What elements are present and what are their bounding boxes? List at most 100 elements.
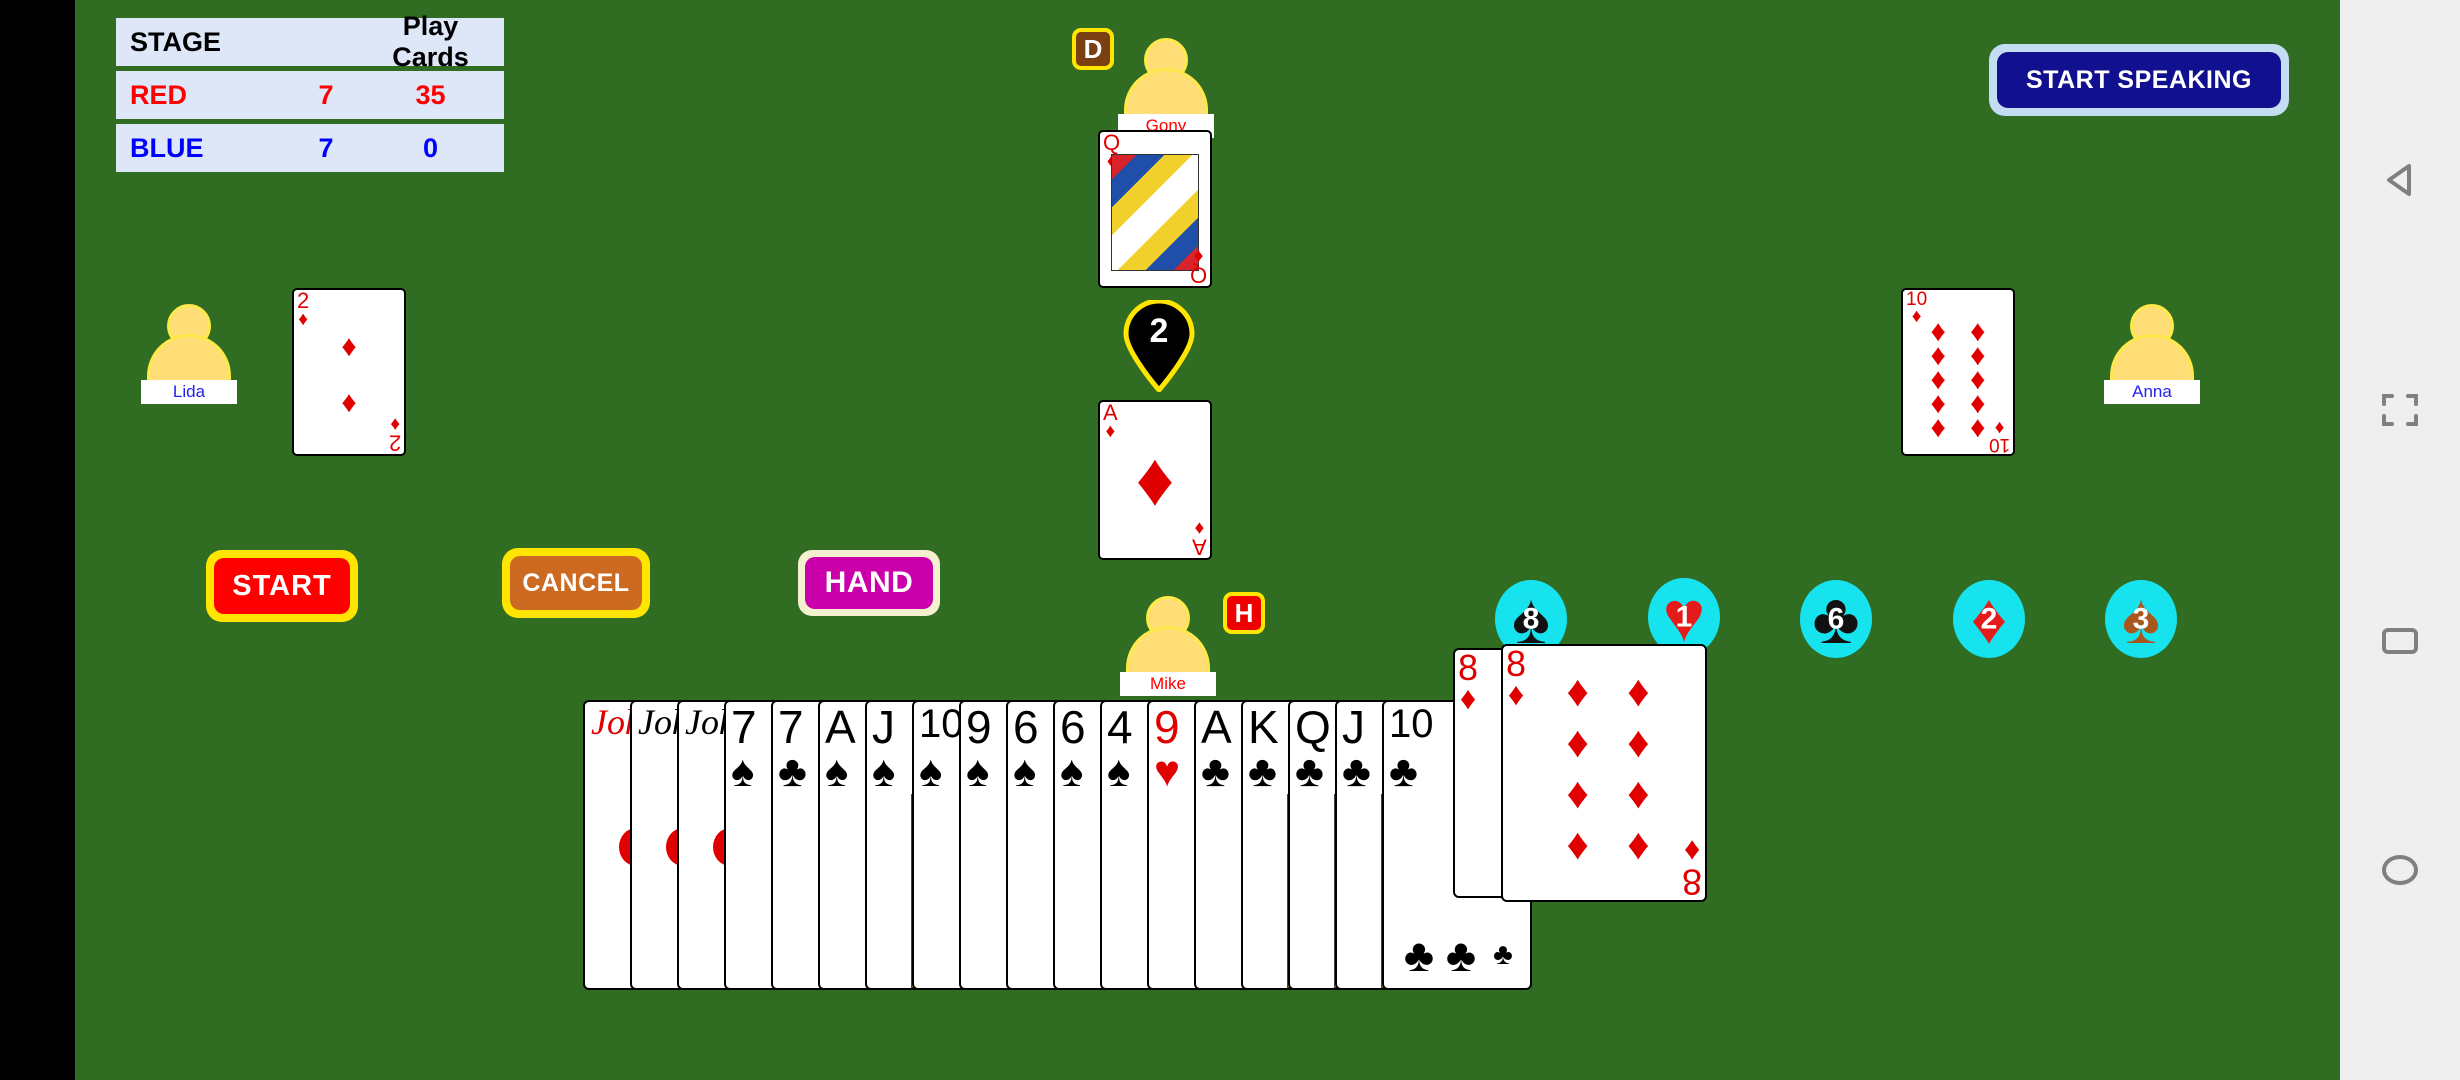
card-pip: ♣: [1445, 928, 1477, 981]
hand-card-rank: A: [1201, 701, 1232, 753]
card-pip: ♦: [1566, 819, 1589, 869]
hand-card-rank: 6: [1013, 701, 1039, 753]
card-suit-icon-mirror: ♦: [390, 413, 400, 435]
hand-card-rank: 7: [778, 701, 804, 753]
card-rank: A: [1103, 400, 1118, 425]
avatar-figure-mike: [1120, 596, 1216, 672]
score-header-play-cards: Play Cards: [392, 11, 469, 72]
score-stage-red: 7: [318, 79, 334, 110]
spade-icon: ♠: [1060, 747, 1084, 796]
host-badge-h: H: [1223, 592, 1265, 634]
recents-square-icon: [2382, 628, 2418, 654]
back-triangle-icon: [2387, 164, 2411, 196]
card-corner-bottom: 10 ♦: [1989, 417, 2010, 454]
card-corner-bottom: 8 ♦: [1681, 834, 1702, 903]
suit-chip-count: 1: [1675, 600, 1693, 634]
club-icon: ♣: [1295, 747, 1324, 796]
player-lida[interactable]: Lida: [141, 304, 237, 404]
card-pip: ♦: [1627, 667, 1650, 717]
score-cards-blue: 0: [422, 132, 439, 163]
start-button-label[interactable]: START: [214, 558, 350, 614]
hand-card-rank-mirror: 8: [1681, 862, 1702, 903]
score-stage-blue: 7: [318, 132, 334, 163]
card-rank-mirror: Q: [1189, 263, 1207, 288]
hand-card-rank: 7: [731, 701, 757, 753]
nav-back-button[interactable]: [2340, 120, 2460, 240]
card-corner-top: 2 ♦: [297, 288, 310, 331]
fullscreen-icon: [2382, 394, 2418, 426]
suit-chip-count: 6: [1827, 602, 1845, 636]
card-pip: ♦: [1627, 717, 1650, 767]
card-suit-icon: ♦: [298, 309, 308, 331]
card-suit-icon: ♦: [1105, 421, 1116, 443]
hand-button-label[interactable]: HAND: [805, 557, 933, 609]
start-speaking-container[interactable]: START SPEAKING: [1989, 44, 2289, 116]
nav-recents-button[interactable]: [2340, 580, 2460, 700]
spade-icon: ♠: [731, 747, 755, 796]
raised-card-8-diamond-2[interactable]: 8 ♦ ♦ ♦ ♦ ♦ ♦ ♦ ♦ ♦ 8 ♦: [1501, 644, 1707, 903]
hand-card-rank: 10: [1389, 702, 1434, 746]
nav-fullscreen-button[interactable]: [2340, 350, 2460, 470]
card-corner-top: 8 ♦: [1506, 645, 1526, 710]
card-suit-icon-mirror: ♦: [1193, 245, 1204, 267]
hand-card-rank: J: [872, 701, 895, 753]
turn-marker-value: 2: [1149, 311, 1169, 350]
host-badge-label: H: [1234, 597, 1254, 628]
suit-chip-count: 2: [1980, 602, 1998, 636]
avatar-figure-gony: [1118, 38, 1214, 114]
card-rank-mirror: A: [1192, 535, 1207, 560]
cancel-button-label[interactable]: CANCEL: [510, 556, 642, 610]
avatar-body-icon: [2110, 334, 2194, 380]
card-rank-mirror: 2: [388, 431, 401, 456]
hand-card-rank: 4: [1107, 701, 1133, 753]
card-pip: ♦: [1627, 819, 1650, 869]
nav-home-button[interactable]: [2340, 810, 2460, 930]
hand-card-rank: J: [1342, 701, 1365, 753]
dealer-badge-label: D: [1083, 33, 1103, 64]
card-suit-icon-mirror: ♦: [1194, 517, 1205, 539]
score-header-stage: STAGE: [130, 26, 222, 57]
card-corner-bottom: 2 ♦: [388, 413, 401, 456]
suit-chip-diamond-2[interactable]: ♦ 2: [1953, 580, 2025, 658]
card-pip: ♦: [1627, 768, 1650, 818]
played-card-mike: A ♦ ♦ A ♦: [1098, 400, 1212, 560]
hand-card-rank: K: [1248, 701, 1279, 753]
club-icon: ♣: [778, 747, 807, 796]
dealer-badge-d: D: [1072, 28, 1114, 70]
suit-chip-count: 8: [1522, 602, 1540, 636]
start-speaking-button[interactable]: START SPEAKING: [1997, 52, 2281, 108]
spade-icon: ♠: [1107, 747, 1131, 796]
club-icon: ♣: [1389, 747, 1418, 796]
spade-icon: ♠: [966, 747, 990, 796]
spade-icon: ♠: [872, 747, 896, 796]
score-table: STAGE Play Cards RED 7 35 BLUE 7 0: [116, 11, 504, 172]
card-rank: 2: [297, 288, 310, 313]
spade-icon: ♠: [919, 747, 943, 796]
score-row-red: RED 7 35: [116, 71, 504, 119]
suit-chip-spade-ornate-3[interactable]: ♠ 3: [2105, 580, 2177, 658]
hand-card-rank: Joker: [638, 704, 718, 740]
card-pip: ♦: [1930, 410, 1946, 444]
start-button[interactable]: START: [206, 550, 358, 622]
score-cards-red: 35: [415, 79, 446, 110]
hand-card-rank: Q: [1295, 701, 1331, 753]
card-center-pip: ♦: [1135, 437, 1175, 522]
cancel-button[interactable]: CANCEL: [502, 548, 650, 618]
card-corner-top: A ♦: [1103, 400, 1118, 443]
hand-card-rank: A: [825, 701, 856, 753]
score-team-blue: BLUE: [130, 132, 204, 163]
suit-chip-count: 3: [2132, 602, 2150, 636]
card-pip: ♦: [341, 386, 357, 420]
player-anna[interactable]: Anna: [2104, 304, 2200, 404]
avatar-figure-anna: [2104, 304, 2200, 380]
suit-chip-club-6[interactable]: ♣ 6: [1800, 580, 1872, 658]
hand-button[interactable]: HAND: [798, 550, 940, 616]
hand-card-rank: Joker: [685, 704, 765, 740]
player-gony[interactable]: Gony: [1118, 38, 1214, 138]
score-row-blue: BLUE 7 0: [116, 124, 504, 172]
spade-icon: ♠: [825, 747, 849, 796]
court-card-art: [1111, 153, 1199, 271]
player-mike[interactable]: Mike: [1120, 596, 1216, 696]
card-pip: ♣: [1403, 928, 1435, 981]
club-icon: ♣: [1248, 747, 1277, 796]
